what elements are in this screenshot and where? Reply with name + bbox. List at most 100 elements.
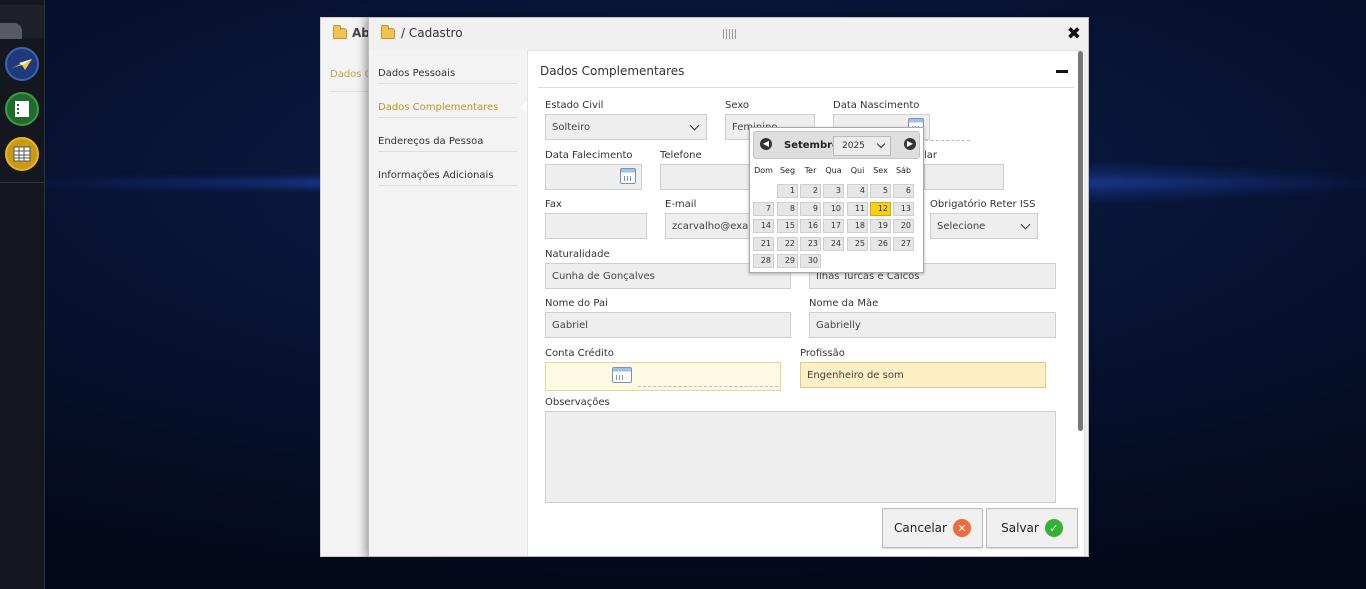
fax-label: Fax	[545, 199, 562, 210]
nome-pai-input[interactable]: Gabriel	[545, 312, 791, 338]
calendar-day[interactable]: 16	[800, 219, 821, 233]
calendar-day[interactable]: 10	[823, 201, 844, 216]
window-title: / Cadastro	[381, 24, 463, 40]
calendar-day[interactable]: 23	[800, 236, 821, 251]
background-window-link[interactable]: Dados C	[330, 69, 372, 80]
save-button-label: Salvar	[1001, 521, 1039, 535]
calendar-day[interactable]: 2	[800, 184, 821, 198]
reter-iss-label: Obrigatório Reter ISS	[930, 199, 1036, 210]
calendar-day[interactable]: 19	[870, 219, 891, 233]
sexo-label: Sexo	[725, 100, 750, 111]
calendar-day[interactable]: 5	[870, 184, 891, 198]
drag-handle[interactable]	[723, 29, 737, 39]
nome-mae-label: Nome da Mãe	[809, 298, 879, 309]
fax-input[interactable]	[545, 213, 647, 239]
dock-grid-icon[interactable]	[5, 137, 39, 171]
window-title-text: / Cadastro	[401, 26, 463, 40]
data-nascimento-label: Data Nascimento	[833, 100, 920, 111]
weekday-header: Sex	[873, 166, 888, 175]
calendar-day[interactable]: 14	[753, 219, 774, 233]
weekday-header: Ter	[804, 166, 817, 175]
telefone-input[interactable]	[660, 164, 755, 190]
sidebar-item-dados-pessoais[interactable]: Dados Pessoais	[378, 50, 517, 84]
profissao-input[interactable]: Engenheiro de som	[800, 362, 1046, 388]
observacoes-textarea[interactable]	[545, 411, 1056, 503]
data-falecimento-label: Data Falecimento	[545, 150, 633, 161]
sidebar-item-enderecos[interactable]: Endereços da Pessoa	[378, 118, 517, 152]
celular-input[interactable]	[924, 164, 1004, 190]
naturalidade-label: Naturalidade	[545, 249, 610, 260]
left-dock	[0, 0, 45, 589]
divider	[538, 87, 1074, 88]
calendar-day[interactable]: 12	[870, 201, 891, 216]
calendar-day[interactable]: 20	[893, 219, 914, 233]
weekday-header: Sáb	[895, 166, 912, 175]
datepicker: ◀ Setembro 2025 ▶ Dom Seg Ter Qua Qui Sex Sáb 1…	[749, 127, 924, 273]
next-month-icon[interactable]: ▶	[904, 138, 916, 150]
datepicker-month: Setembro	[784, 140, 839, 151]
celular-label: lar	[924, 150, 938, 161]
reter-iss-select[interactable]: Selecione	[930, 213, 1038, 239]
chevron-down-icon	[876, 139, 886, 149]
calendar-day[interactable]: 17	[823, 219, 844, 233]
conta-credito-label: Conta Crédito	[545, 348, 614, 359]
calendar-day[interactable]: 25	[847, 236, 868, 251]
datepicker-year-select[interactable]: 2025	[833, 136, 891, 156]
sidebar-item-label: Dados Complementares	[378, 102, 499, 113]
sidebar-nav: Dados Pessoais Dados Complementares Ende…	[369, 50, 527, 556]
collapse-button[interactable]	[1056, 70, 1068, 73]
dashed-line	[920, 140, 970, 141]
calendar-day[interactable]: 8	[777, 201, 798, 216]
dock-plane-icon[interactable]	[5, 47, 39, 81]
calendar-icon[interactable]	[620, 168, 636, 184]
calendar-day[interactable]: 11	[847, 201, 868, 216]
estado-civil-select[interactable]: Solteiro	[545, 114, 707, 140]
dock-list-icon[interactable]	[5, 92, 39, 126]
calendar-day[interactable]: 21	[753, 236, 774, 251]
datepicker-header: ◀ Setembro 2025 ▶	[753, 131, 920, 159]
chevron-down-icon	[689, 120, 700, 130]
lookup-icon[interactable]	[612, 367, 632, 383]
calendar-day[interactable]: 1	[777, 184, 798, 198]
weekday-header: Qui	[850, 166, 865, 175]
email-input[interactable]: zcarvalho@exam	[665, 213, 755, 239]
calendar-day[interactable]: 29	[777, 254, 798, 268]
check-icon: ✓	[1044, 519, 1063, 537]
datepicker-year-value: 2025	[842, 141, 865, 151]
calendar-day[interactable]: 18	[847, 219, 868, 233]
calendar-day[interactable]: 3	[823, 184, 844, 198]
calendar-day[interactable]: 22	[777, 236, 798, 251]
sidebar-item-dados-complementares[interactable]: Dados Complementares	[378, 84, 527, 118]
cancel-button[interactable]: Cancelar ✕	[882, 508, 983, 548]
observacoes-label: Observações	[545, 397, 610, 408]
close-button[interactable]: ✖	[1067, 24, 1081, 44]
calendar-day[interactable]: 26	[870, 236, 891, 251]
chevron-down-icon	[1020, 219, 1031, 229]
calendar-day[interactable]: 6	[893, 184, 914, 198]
nome-mae-input[interactable]: Gabrielly	[809, 312, 1056, 338]
folder-icon	[381, 24, 395, 39]
calendar-day[interactable]: 4	[847, 184, 868, 198]
cancel-icon: ✕	[952, 519, 971, 537]
calendar-day[interactable]: 30	[800, 254, 821, 268]
save-button[interactable]: Salvar ✓	[986, 508, 1078, 548]
calendar-day[interactable]: 13	[893, 201, 914, 216]
calendar-day[interactable]: 24	[823, 236, 844, 251]
prev-month-icon[interactable]: ◀	[760, 138, 772, 150]
calendar-day[interactable]: 9	[800, 201, 821, 216]
dock-search-icon[interactable]	[0, 23, 22, 39]
scrollbar[interactable]	[1078, 51, 1083, 431]
email-label: E-mail	[665, 199, 697, 210]
calendar-day[interactable]: 28	[753, 254, 774, 268]
calendar-day[interactable]: 7	[753, 201, 774, 216]
panel-title: Dados Complementares	[540, 64, 685, 78]
folder-icon	[333, 24, 347, 39]
dock-separator	[0, 182, 44, 183]
calendar-day[interactable]: 15	[777, 219, 798, 233]
sidebar-item-informacoes-adicionais[interactable]: Informações Adicionais	[378, 152, 517, 186]
dock-top-area	[0, 5, 44, 39]
calendar-day[interactable]: 27	[893, 236, 914, 251]
estado-civil-value: Solteiro	[552, 121, 591, 133]
reter-iss-value: Selecione	[937, 220, 986, 232]
dashed-line	[638, 386, 778, 387]
